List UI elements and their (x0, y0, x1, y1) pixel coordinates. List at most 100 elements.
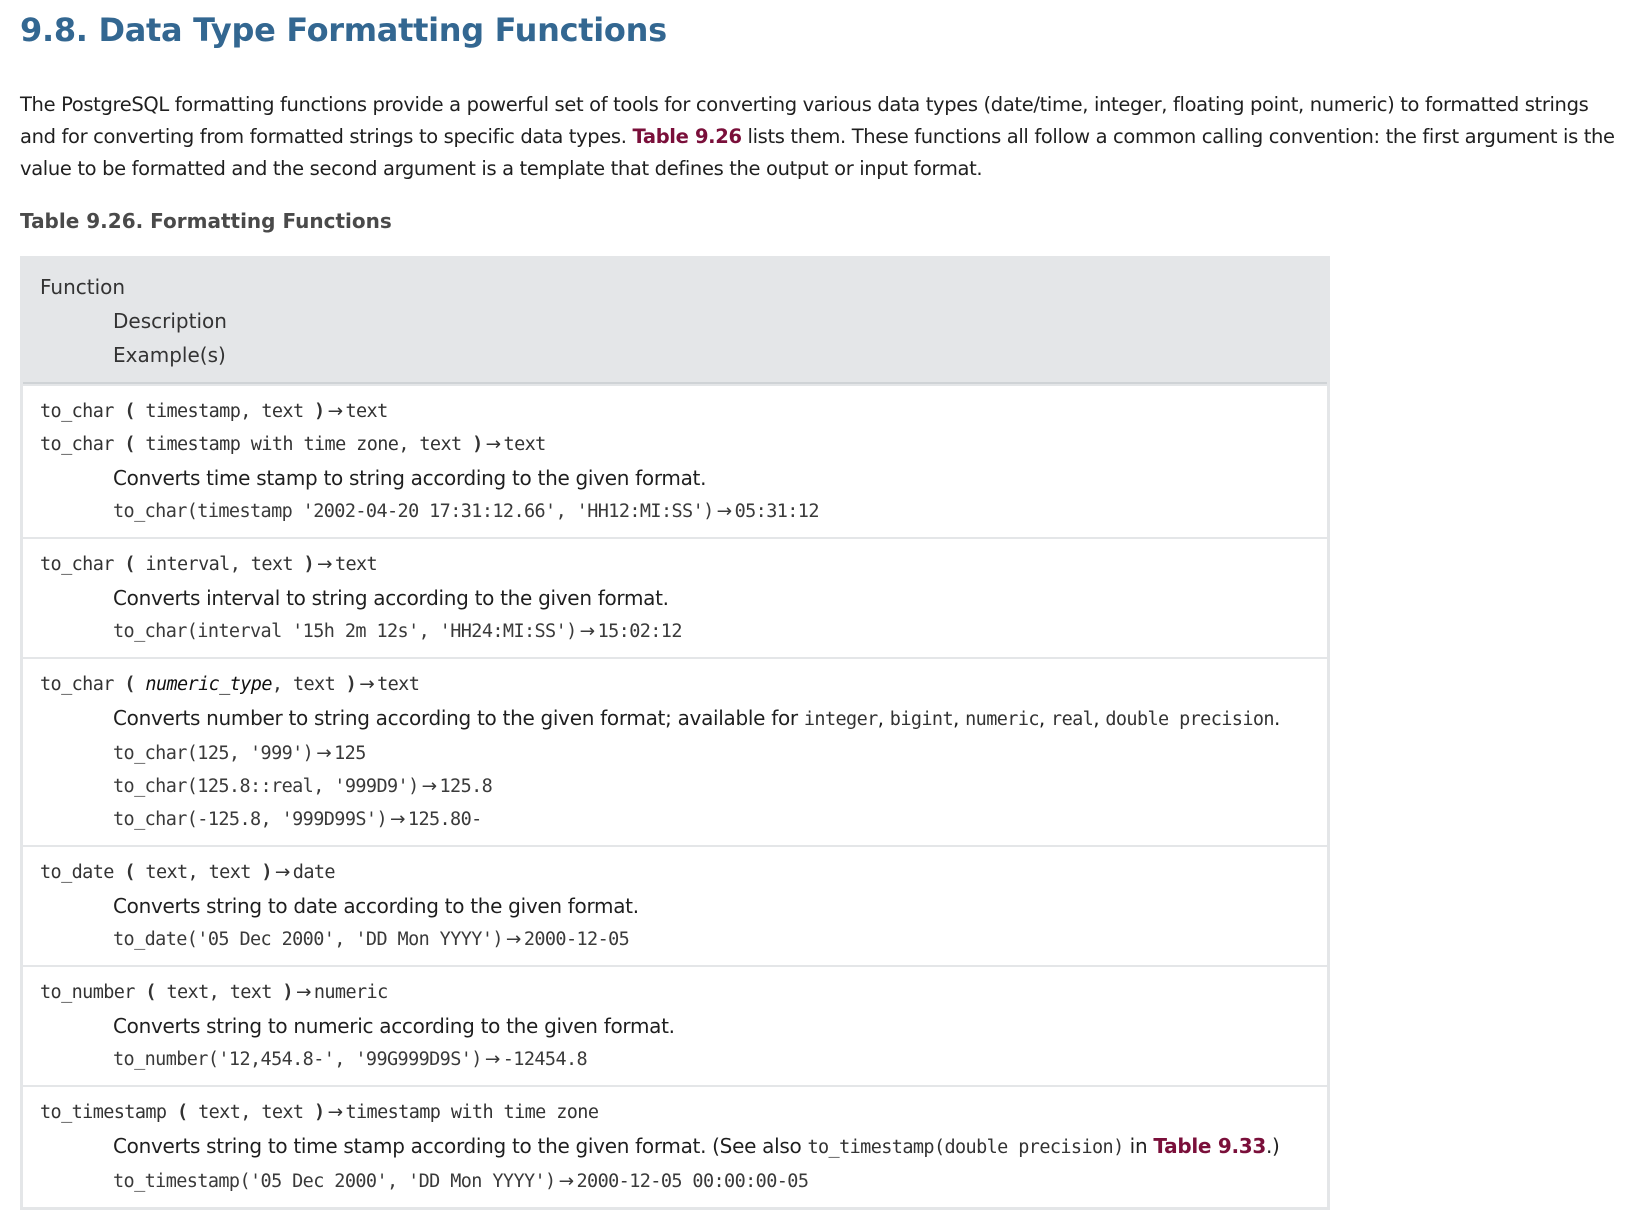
open-paren: ( (113, 401, 146, 422)
arrow-icon: → (390, 809, 406, 830)
function-args: text, text (145, 862, 251, 883)
arrow-icon: → (327, 1102, 344, 1123)
type-name: integer (803, 709, 878, 730)
function-name: to_char (40, 434, 114, 455)
open-paren: ( (113, 674, 146, 695)
close-paren: ) (303, 401, 325, 422)
function-description: Converts number to string according to t… (113, 706, 1280, 730)
placeholder-arg: numeric_type (145, 674, 272, 695)
return-type: text (377, 674, 420, 695)
type-name: bigint (889, 709, 954, 730)
arrow-icon: → (716, 501, 733, 522)
example-result: 05:31:12 (734, 501, 820, 522)
close-paren: ) (335, 674, 357, 695)
function-example: to_char(timestamp '2002-04-20 17:31:12.6… (40, 495, 1327, 528)
example-result: 125 (334, 743, 366, 764)
function-description: Converts interval to string according to… (113, 586, 669, 610)
example-call: to_timestamp('05 Dec 2000', 'DD Mon YYYY… (113, 1171, 556, 1192)
arrow-icon: → (295, 982, 312, 1003)
example-result: -12454.8 (502, 1049, 588, 1070)
open-paren: ( (113, 554, 146, 575)
example-call: to_char(-125.8, '999D99S') (113, 809, 388, 830)
close-paren: ) (271, 982, 293, 1003)
return-type: text (503, 434, 547, 455)
function-example: to_number('12,454.8-', '99G999D9S') → -124… (40, 1043, 1327, 1076)
table-9-33-link[interactable]: Table 9.33 (1153, 1134, 1266, 1158)
function-signature: to_char ( timestamp, text ) → text (40, 395, 1327, 428)
open-paren: ( (113, 434, 146, 455)
function-description: Converts string to numeric according to … (113, 1014, 675, 1038)
function-description: Converts time stamp to string according … (113, 466, 707, 490)
formatting-functions-table: Function Description Example(s) to_char … (20, 256, 1330, 1210)
table-9-26-link[interactable]: Table 9.26 (632, 125, 742, 148)
table-row: to_date ( text, text ) → date Converts str… (23, 845, 1327, 965)
function-name: to_number (40, 982, 135, 1003)
function-example: to_timestamp('05 Dec 2000', 'DD Mon YYYY… (40, 1165, 1327, 1198)
arrow-icon: → (359, 674, 375, 695)
return-type: timestamp with time zone (345, 1102, 599, 1123)
function-name: to_timestamp (40, 1102, 167, 1123)
table-row: to_char ( timestamp, text ) → text to_char… (23, 384, 1327, 537)
arrow-icon: → (327, 401, 344, 422)
open-paren: ( (134, 982, 167, 1003)
function-description: Converts string to date according to the… (113, 894, 639, 918)
example-call: to_char(125, '999') (113, 743, 314, 764)
table-row: to_char ( interval, text ) → text Converts… (23, 537, 1327, 657)
function-example: to_char(-125.8, '999D99S') → 125.80- (40, 803, 1327, 836)
type-name: real (1051, 709, 1094, 730)
header-function: Function (40, 275, 126, 299)
table-header: Function Description Example(s) (23, 259, 1327, 384)
description-text: in (1123, 1134, 1154, 1158)
arrow-icon: → (274, 862, 291, 883)
function-example: to_date('05 Dec 2000', 'DD Mon YYYY') → 20… (40, 923, 1327, 956)
arrow-icon: → (421, 776, 438, 797)
function-signature: to_date ( text, text ) → date (40, 856, 1327, 889)
example-result: 125.8 (439, 776, 493, 797)
example-result: 2000-12-05 00:00:00-05 (576, 1171, 809, 1192)
function-args: timestamp, text (145, 401, 304, 422)
example-call: to_date('05 Dec 2000', 'DD Mon YYYY') (113, 929, 504, 950)
example-result: 15:02:12 (597, 621, 683, 642)
table-row: to_timestamp ( text, text ) → timestamp wi… (23, 1085, 1327, 1207)
function-args: text, text (198, 1102, 304, 1123)
description-text: Converts string to time stamp according … (113, 1134, 808, 1158)
return-type: text (345, 401, 388, 422)
example-result: 125.80- (407, 809, 482, 830)
intro-paragraph: The PostgreSQL formatting functions prov… (20, 89, 1625, 185)
example-call: to_char(125.8::real, '999D9') (113, 776, 419, 797)
arrow-icon: → (558, 1171, 575, 1192)
header-description: Description (113, 309, 227, 333)
return-type: date (292, 862, 336, 883)
function-example: to_char(125.8::real, '999D9') → 125.8 (40, 770, 1327, 803)
function-name: to_date (40, 862, 114, 883)
close-paren: ) (303, 1102, 325, 1123)
function-signature: to_char ( timestamp with time zone, text… (40, 428, 1327, 461)
arrow-icon: → (484, 1049, 501, 1070)
description-text: Converts number to string according to t… (113, 706, 804, 730)
function-signature: to_number ( text, text ) → numeric (40, 976, 1327, 1009)
example-call: to_number('12,454.8-', '99G999D9S') (113, 1049, 482, 1070)
example-call: to_char(interval '15h 2m 12s', 'HH24:MI:… (113, 621, 577, 642)
function-args: text, text (166, 982, 272, 1003)
function-signature: to_char ( numeric_type, text ) → text (40, 668, 1327, 701)
description-text: .) (1265, 1134, 1280, 1158)
function-name: to_char (40, 674, 114, 695)
table-caption: Table 9.26. Formatting Functions (20, 209, 392, 233)
close-paren: ) (250, 862, 272, 883)
function-signature: to_char ( interval, text ) → text (40, 548, 1327, 581)
example-result: 2000-12-05 (523, 929, 630, 950)
type-name: numeric (965, 709, 1039, 730)
close-paren: ) (461, 434, 483, 455)
function-args: , text (271, 674, 336, 695)
arrow-icon: → (316, 743, 332, 764)
function-example: to_char(125, '999') → 125 (40, 737, 1327, 770)
function-signature: to_timestamp ( text, text ) → timestamp wi… (40, 1096, 1327, 1129)
function-name: to_char (40, 554, 114, 575)
close-paren: ) (292, 554, 315, 575)
function-description: Converts string to time stamp according … (40, 1129, 1327, 1165)
function-args: timestamp with time zone, text (145, 434, 462, 455)
arrow-icon: → (485, 434, 502, 455)
page-title: 9.8. Data Type Formatting Functions (20, 11, 667, 49)
header-examples: Example(s) (113, 343, 226, 367)
return-type: text (334, 554, 378, 575)
